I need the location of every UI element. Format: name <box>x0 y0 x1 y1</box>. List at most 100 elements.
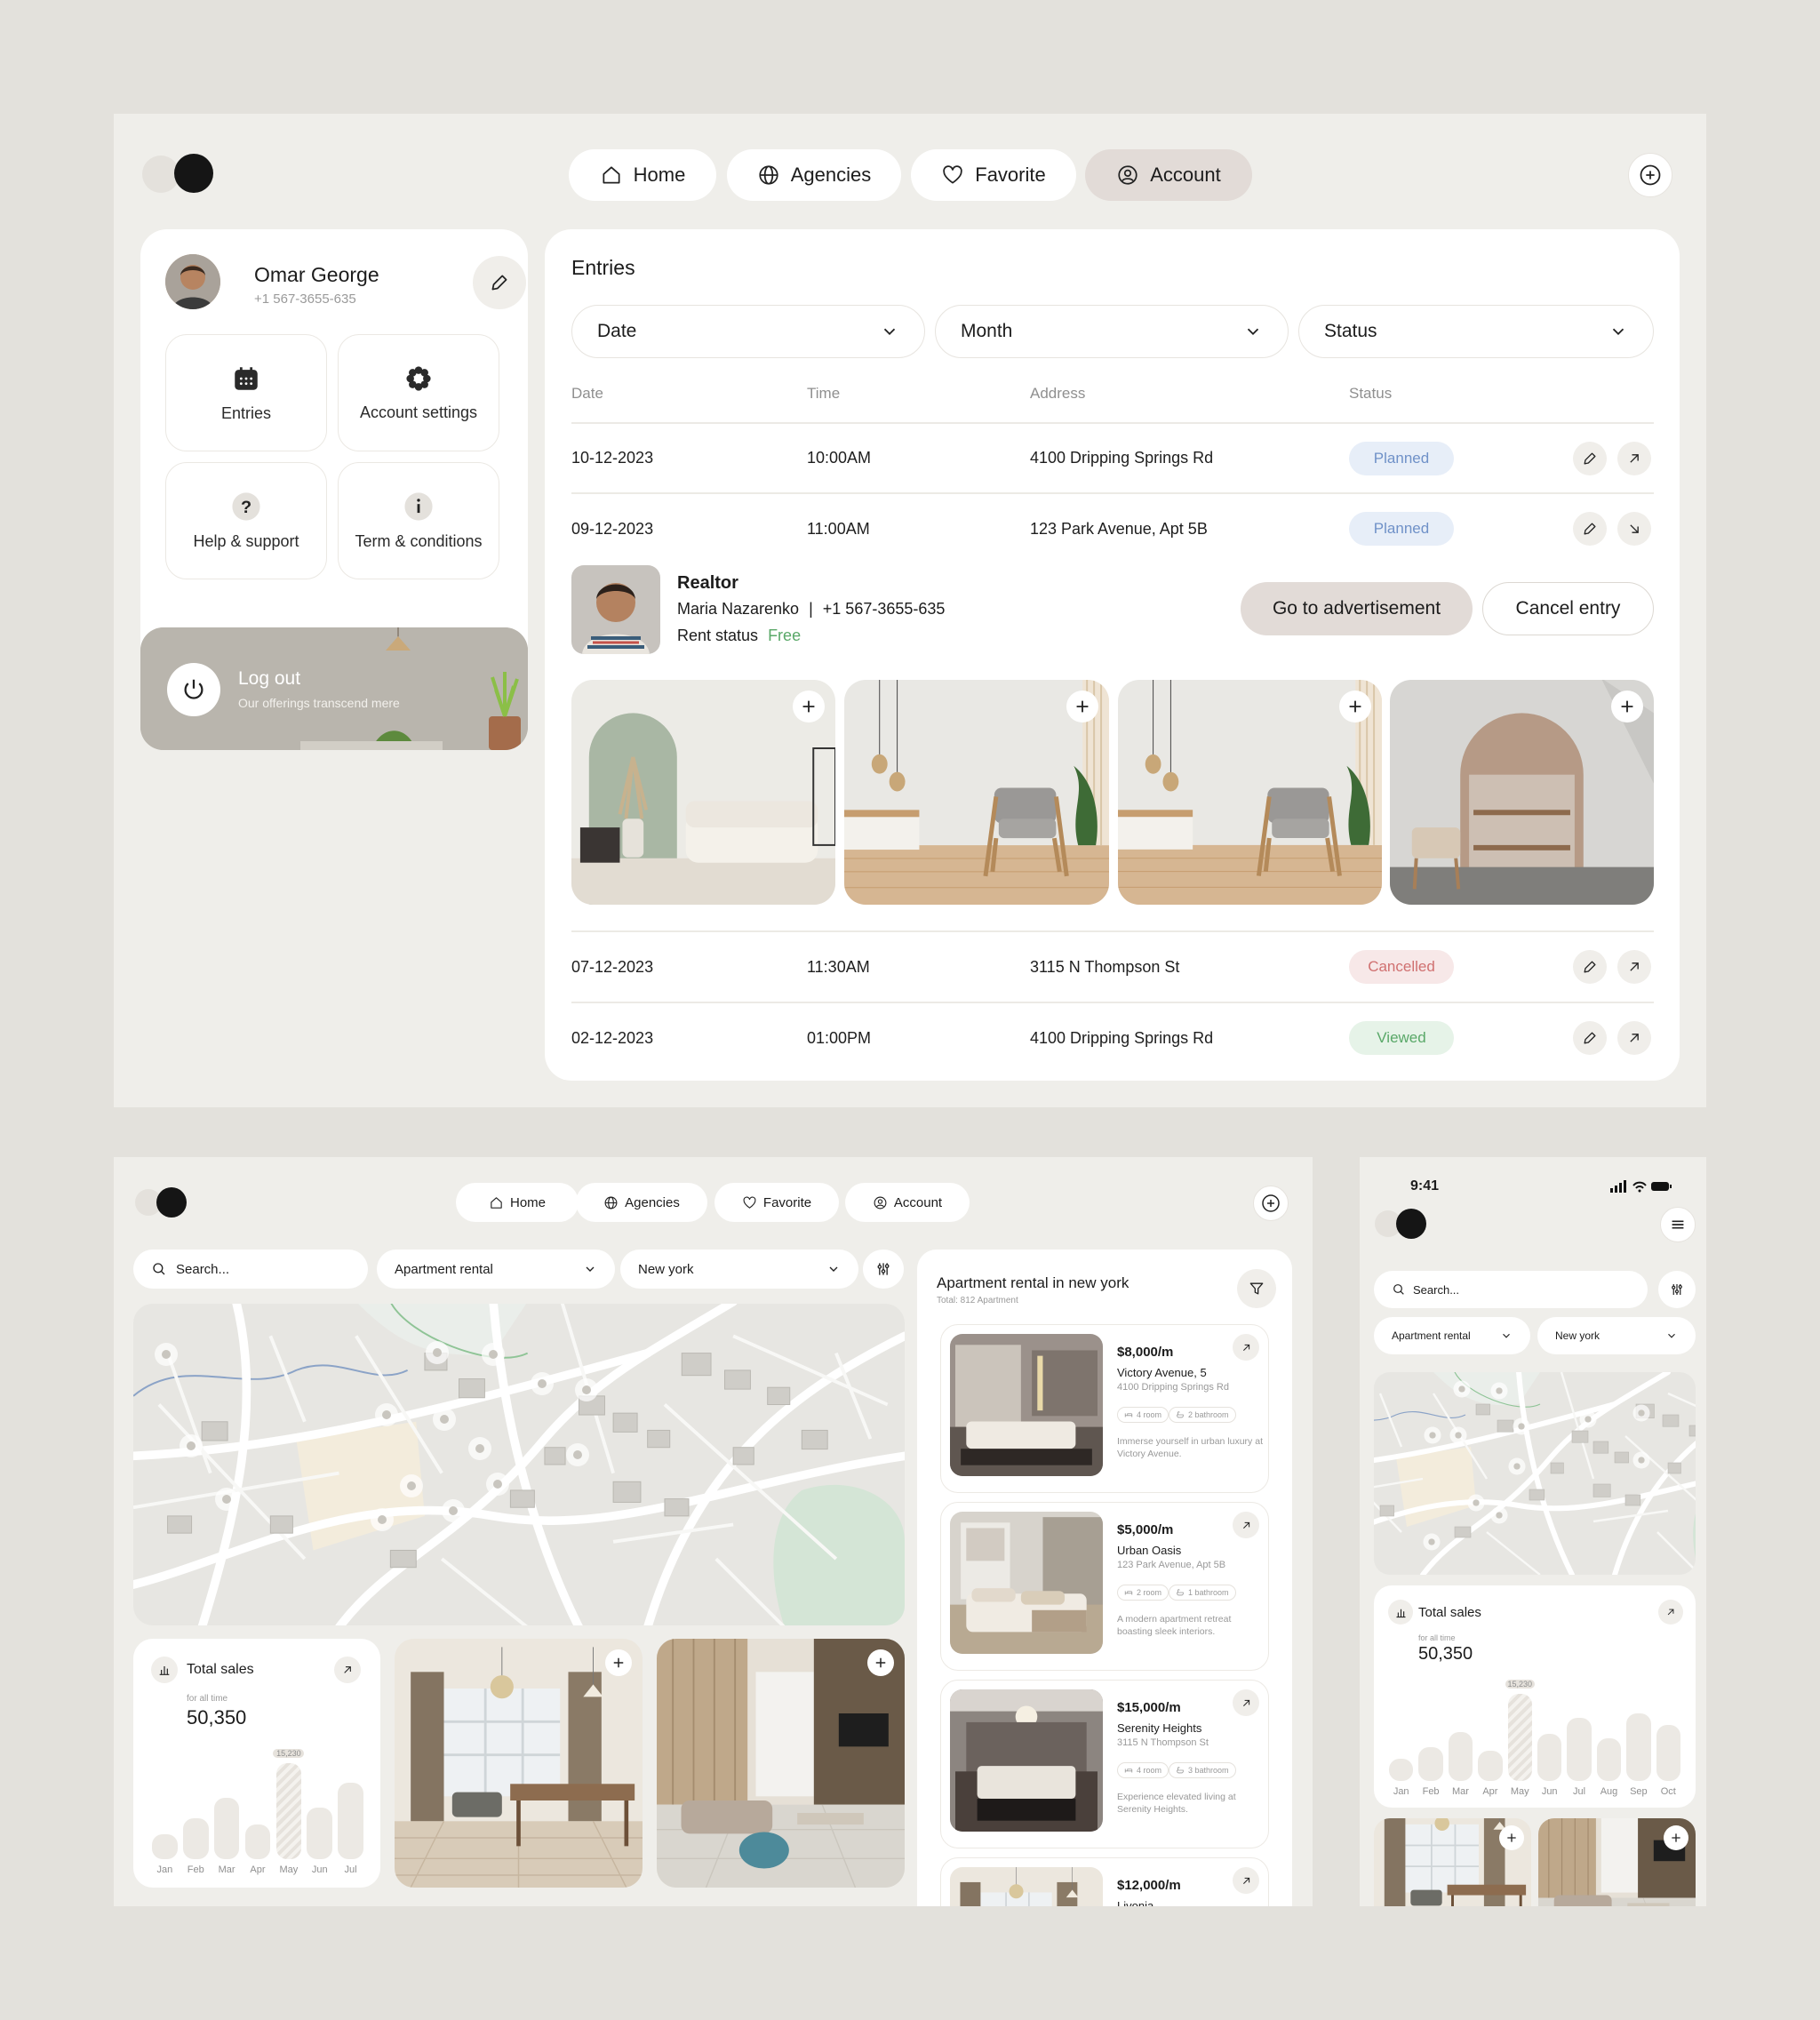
property-type-select[interactable]: Apartment rental <box>377 1250 615 1289</box>
logout-card[interactable]: Log out Our offerings transcend mere <box>140 627 528 750</box>
property-photo[interactable] <box>571 680 835 905</box>
open-entry-button[interactable] <box>1617 1021 1651 1055</box>
nav-agencies[interactable]: Agencies <box>576 1183 707 1222</box>
edit-entry-button[interactable] <box>1573 1021 1607 1055</box>
cancel-entry-button[interactable]: Cancel entry <box>1482 582 1654 635</box>
property-photo[interactable] <box>1538 1818 1696 1906</box>
open-entry-button[interactable] <box>1617 950 1651 984</box>
map-pin-icon[interactable] <box>1466 1493 1486 1513</box>
map-pin-icon[interactable] <box>213 1486 240 1513</box>
map-pin-icon[interactable] <box>529 1370 555 1397</box>
nav-home[interactable]: Home <box>456 1183 579 1222</box>
open-sales-button[interactable] <box>1658 1600 1683 1625</box>
map-pin-icon[interactable] <box>369 1506 395 1533</box>
map-pin-icon[interactable] <box>178 1433 204 1459</box>
open-sales-button[interactable] <box>334 1657 361 1683</box>
collapse-entry-button[interactable] <box>1617 512 1651 546</box>
filter-settings-button[interactable] <box>1658 1271 1696 1308</box>
power-button[interactable] <box>167 663 220 716</box>
property-photo[interactable] <box>1374 1818 1531 1906</box>
add-photo-button[interactable] <box>867 1649 894 1676</box>
listing-card[interactable]: $8,000/m Victory Avenue, 5 4100 Dripping… <box>940 1324 1269 1493</box>
map-view[interactable] <box>133 1304 905 1625</box>
listings-title: Apartment rental in new york <box>937 1274 1130 1291</box>
add-button[interactable] <box>1253 1186 1289 1221</box>
nav-home[interactable]: Home <box>569 149 716 201</box>
tile-account-settings[interactable]: Account settings <box>338 334 499 451</box>
search-input[interactable]: Search... <box>1374 1271 1648 1308</box>
theme-toggle[interactable] <box>142 154 213 193</box>
search-input[interactable]: Search... <box>133 1250 368 1289</box>
open-listing-button[interactable] <box>1233 1334 1259 1361</box>
add-button[interactable] <box>1628 153 1672 197</box>
map-pin-icon[interactable] <box>1422 1532 1441 1552</box>
map-pin-icon[interactable] <box>1512 1417 1531 1436</box>
map-pin-icon[interactable] <box>1578 1409 1598 1429</box>
map-pin-icon[interactable] <box>398 1473 425 1499</box>
nav-favorite[interactable]: Favorite <box>911 149 1076 201</box>
map-pin-icon[interactable] <box>467 1435 493 1462</box>
open-entry-button[interactable] <box>1617 442 1651 475</box>
map-view[interactable] <box>1374 1372 1696 1575</box>
nav-account[interactable]: Account <box>845 1183 970 1222</box>
nav-account[interactable]: Account <box>1085 149 1252 201</box>
map-pin-icon[interactable] <box>1489 1381 1509 1401</box>
map-pin-icon[interactable] <box>1423 1425 1442 1445</box>
edit-entry-button[interactable] <box>1573 950 1607 984</box>
property-photo[interactable] <box>1118 680 1382 905</box>
add-photo-button[interactable] <box>1499 1825 1524 1850</box>
tile-help[interactable]: Help & support <box>165 462 327 579</box>
listing-card[interactable]: $15,000/m Serenity Heights 3115 N Thomps… <box>940 1680 1269 1848</box>
property-photo[interactable] <box>657 1639 905 1888</box>
menu-button[interactable] <box>1660 1207 1696 1242</box>
date-filter[interactable]: Date <box>571 305 925 358</box>
map-pin-icon[interactable] <box>1632 1403 1651 1423</box>
filter-settings-button[interactable] <box>863 1250 904 1289</box>
go-to-advertisement-button[interactable]: Go to advertisement <box>1241 582 1473 635</box>
tile-entries[interactable]: Entries <box>165 334 327 451</box>
city-select[interactable]: New york <box>620 1250 858 1289</box>
month-filter[interactable]: Month <box>935 305 1289 358</box>
map-pin-icon[interactable] <box>1489 1505 1509 1525</box>
add-photo-button[interactable] <box>1611 691 1643 723</box>
add-photo-button[interactable] <box>1339 691 1371 723</box>
property-photo[interactable] <box>395 1639 643 1888</box>
open-listing-button[interactable] <box>1233 1512 1259 1538</box>
edit-entry-button[interactable] <box>1573 512 1607 546</box>
map-pin-icon[interactable] <box>1452 1379 1472 1399</box>
map-pin-icon[interactable] <box>431 1406 458 1433</box>
listings-filter-button[interactable] <box>1237 1269 1276 1308</box>
map-pin-icon[interactable] <box>573 1377 600 1403</box>
map-pin-icon[interactable] <box>424 1339 451 1366</box>
map-pin-icon[interactable] <box>1632 1450 1651 1470</box>
add-photo-button[interactable] <box>605 1649 632 1676</box>
add-photo-button[interactable] <box>793 691 825 723</box>
add-photo-button[interactable] <box>1066 691 1098 723</box>
nav-agencies[interactable]: Agencies <box>727 149 901 201</box>
listing-card[interactable]: $5,000/m Urban Oasis 123 Park Avenue, Ap… <box>940 1502 1269 1671</box>
rooms-label: 4 room <box>1137 1766 1162 1775</box>
theme-toggle[interactable] <box>135 1187 187 1218</box>
status-filter[interactable]: Status <box>1298 305 1654 358</box>
map-pin-icon[interactable] <box>484 1471 511 1497</box>
property-type-select[interactable]: Apartment rental <box>1374 1317 1530 1354</box>
city-select[interactable]: New york <box>1537 1317 1696 1354</box>
map-pin-icon[interactable] <box>1507 1457 1527 1476</box>
map-pin-icon[interactable] <box>480 1341 507 1368</box>
open-listing-button[interactable] <box>1233 1867 1259 1894</box>
property-photo[interactable] <box>1390 680 1654 905</box>
edit-profile-button[interactable] <box>473 256 526 309</box>
nav-favorite[interactable]: Favorite <box>714 1183 839 1222</box>
open-listing-button[interactable] <box>1233 1689 1259 1716</box>
edit-entry-button[interactable] <box>1573 442 1607 475</box>
tile-terms[interactable]: Term & conditions <box>338 462 499 579</box>
map-pin-icon[interactable] <box>373 1401 400 1428</box>
map-pin-icon[interactable] <box>440 1497 467 1524</box>
add-photo-button[interactable] <box>1664 1825 1688 1850</box>
map-pin-icon[interactable] <box>564 1441 591 1468</box>
theme-toggle[interactable] <box>1375 1209 1426 1239</box>
map-pin-icon[interactable] <box>1449 1425 1468 1445</box>
map-pin-icon[interactable] <box>153 1341 180 1368</box>
property-photo[interactable] <box>844 680 1109 905</box>
listing-card[interactable]: $12,000/m Livonia <box>940 1857 1269 1906</box>
